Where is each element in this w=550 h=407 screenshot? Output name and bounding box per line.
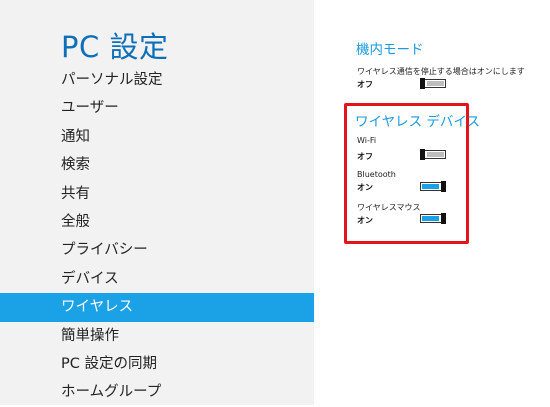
nav-item-sync[interactable]: PC 設定の同期 [0, 350, 314, 378]
airplane-mode-title: 機内モード [356, 42, 424, 58]
toggle-knob [420, 78, 425, 89]
left-pane: PC 設定 パーソナル設定 ユーザー 通知 検索 共有 全般 プライバシー デバ… [0, 0, 314, 405]
nav-item-users[interactable]: ユーザー [0, 94, 314, 122]
nav-item-homegroup[interactable]: ホームグループ [0, 378, 314, 406]
nav-item-notifications[interactable]: 通知 [0, 123, 314, 151]
nav-item-ease-of-access[interactable]: 簡単操作 [0, 322, 314, 350]
nav-item-devices[interactable]: デバイス [0, 265, 314, 293]
nav-item-personalize[interactable]: パーソナル設定 [0, 66, 314, 94]
airplane-mode-state: オフ [357, 80, 373, 89]
page-title: PC 設定 [61, 30, 169, 64]
toggle-fill [427, 81, 444, 86]
nav-item-wireless[interactable]: ワイヤレス [0, 293, 314, 322]
nav-item-search[interactable]: 検索 [0, 151, 314, 179]
airplane-mode-description: ワイヤレス通信を停止する場合はオンにします [357, 67, 525, 76]
airplane-mode-toggle[interactable] [420, 78, 446, 89]
highlight-box [344, 103, 469, 244]
nav-item-share[interactable]: 共有 [0, 180, 314, 208]
settings-nav: パーソナル設定 ユーザー 通知 検索 共有 全般 プライバシー デバイス ワイヤ… [0, 66, 314, 407]
nav-item-general[interactable]: 全般 [0, 208, 314, 236]
nav-item-privacy[interactable]: プライバシー [0, 236, 314, 264]
